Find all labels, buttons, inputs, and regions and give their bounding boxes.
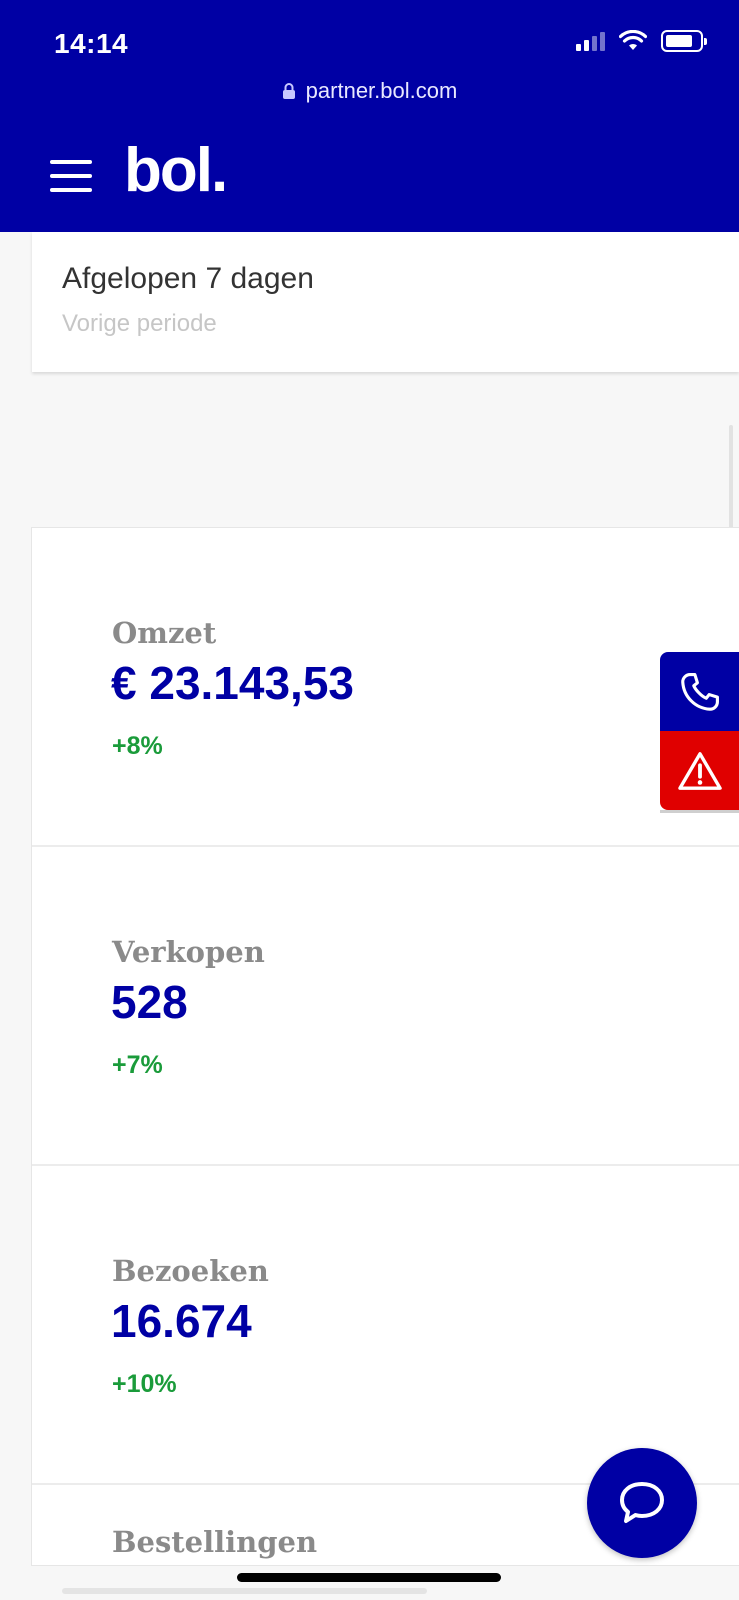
- wifi-icon: [619, 30, 647, 50]
- metric-change: +7%: [112, 1051, 163, 1079]
- period-title: Afgelopen 7 dagen: [62, 262, 314, 295]
- chat-bubble-icon: [620, 1482, 664, 1523]
- url-text: partner.bol.com: [305, 78, 458, 103]
- metrics-list: Omzet € 23.143,53 +8% Verkopen 528 +7% B…: [31, 527, 739, 1566]
- phone-button[interactable]: [660, 652, 739, 731]
- signal-icon: [576, 31, 605, 51]
- side-actions: [660, 652, 739, 810]
- metric-value: 16.674: [111, 1295, 252, 1347]
- phone-icon: [680, 672, 719, 711]
- horizontal-scrollbar[interactable]: [62, 1588, 427, 1594]
- home-indicator[interactable]: [237, 1573, 501, 1582]
- period-subtitle: Vorige periode: [62, 310, 217, 337]
- metric-change: +10%: [112, 1370, 177, 1398]
- metric-card-omzet[interactable]: Omzet € 23.143,53 +8%: [32, 528, 739, 847]
- alert-button[interactable]: [660, 731, 739, 810]
- status-icons: [576, 30, 707, 52]
- metric-label: Bezoeken: [112, 1254, 269, 1288]
- warning-icon: [677, 751, 722, 790]
- status-time: 14:14: [54, 28, 129, 59]
- metric-label: Omzet: [112, 616, 217, 650]
- url-bar[interactable]: partner.bol.com: [0, 78, 739, 104]
- metric-card-bezoeken[interactable]: Bezoeken 16.674 +10%: [32, 1166, 739, 1485]
- chat-button[interactable]: [587, 1448, 697, 1558]
- app-header: 14:14 partner.bol.com bol.: [0, 0, 739, 232]
- metric-value: € 23.143,53: [111, 657, 355, 709]
- metric-card-verkopen[interactable]: Verkopen 528 +7%: [32, 847, 739, 1166]
- battery-icon: [661, 30, 707, 52]
- metric-label: Verkopen: [112, 935, 265, 969]
- lock-icon: [282, 82, 296, 100]
- hamburger-menu-icon[interactable]: [50, 160, 92, 192]
- bol-logo[interactable]: bol.: [124, 140, 228, 202]
- metric-value: 528: [111, 976, 188, 1028]
- metric-label: Bestellingen: [112, 1525, 318, 1559]
- period-selector[interactable]: Afgelopen 7 dagen Vorige periode: [32, 232, 739, 372]
- metric-change: +8%: [112, 732, 163, 760]
